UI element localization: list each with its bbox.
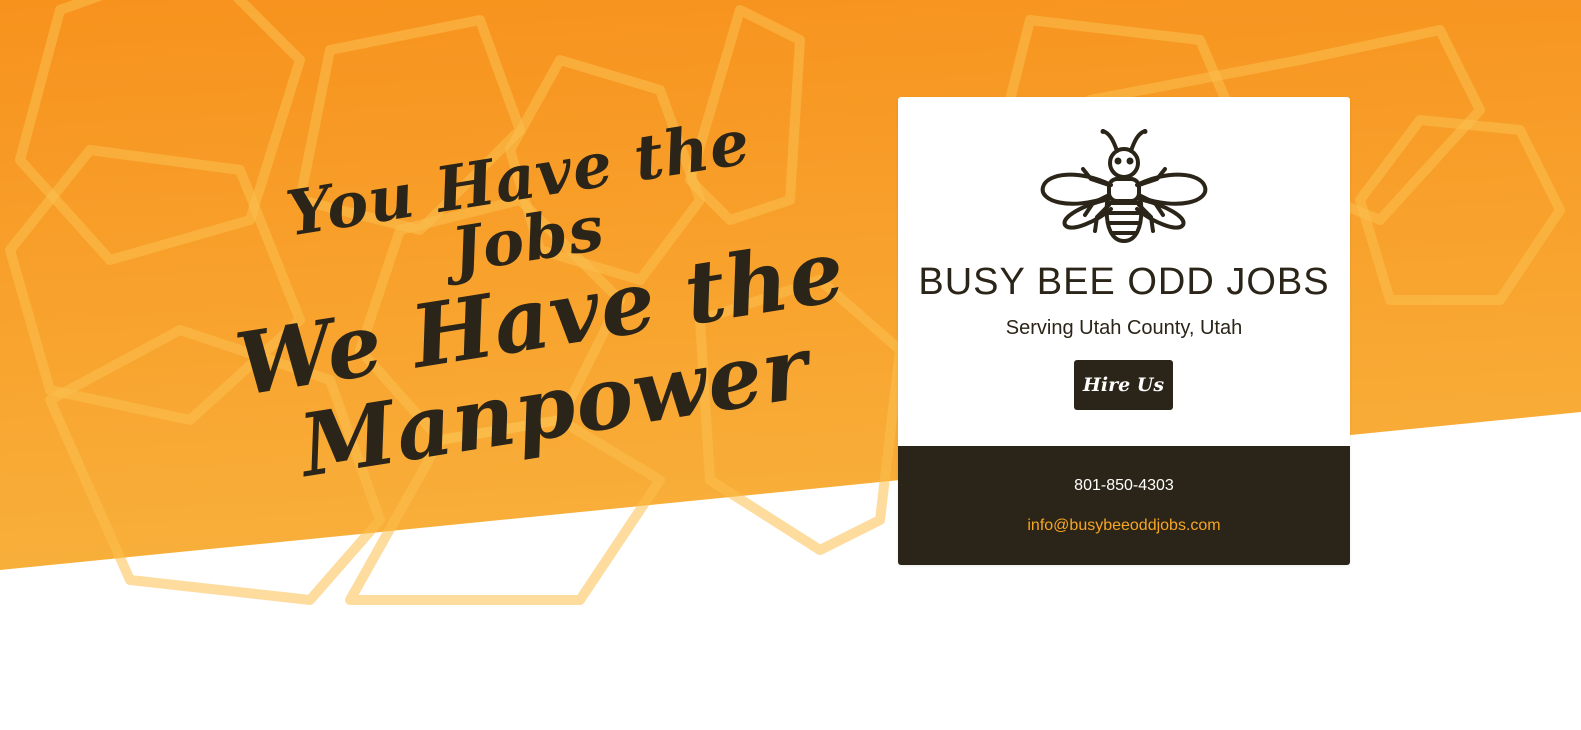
phone-link[interactable]: 801-850-4303	[898, 477, 1350, 495]
service-area: Serving Utah County, Utah	[1005, 317, 1243, 339]
bee-icon	[1040, 129, 1208, 243]
hire-us-button[interactable]: Hire Us	[1074, 360, 1173, 410]
company-name: BUSY BEE ODD JOBS	[918, 261, 1330, 303]
hero-section: You Have the Jobs We Have the Manpower B…	[0, 0, 1581, 730]
contact-card: BUSY BEE ODD JOBS Serving Utah County, U…	[898, 97, 1350, 565]
contact-info: 801-850-4303 info@busybeeoddjobs.com	[898, 446, 1350, 565]
email-link[interactable]: info@busybeeoddjobs.com	[898, 517, 1350, 535]
card-header: BUSY BEE ODD JOBS Serving Utah County, U…	[898, 97, 1350, 446]
